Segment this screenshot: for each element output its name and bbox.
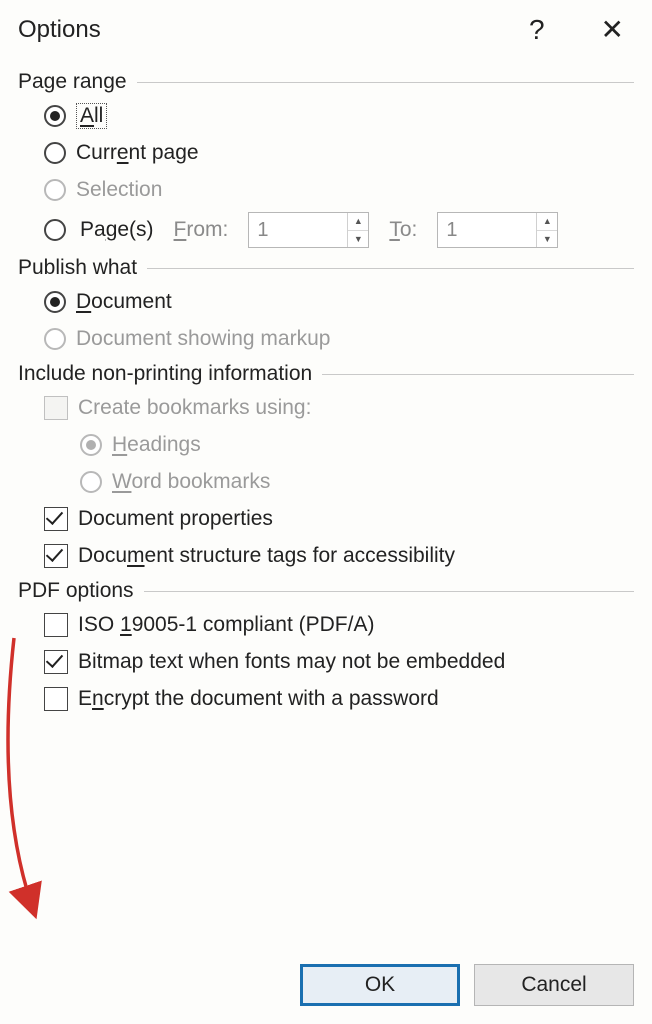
radio-current-page-label[interactable]: Current page <box>76 141 199 165</box>
radio-headings <box>80 434 102 456</box>
check-iso-label[interactable]: ISO 19005-1 compliant (PDF/A) <box>78 613 374 637</box>
radio-word-bookmarks <box>80 471 102 493</box>
rule <box>322 374 634 375</box>
group-publish: Document Document showing markup <box>18 287 634 354</box>
radio-document[interactable] <box>44 291 66 313</box>
from-spin-buttons[interactable]: ▲▼ <box>347 213 368 247</box>
to-spin-buttons[interactable]: ▲▼ <box>536 213 557 247</box>
options-dialog: Options ? ✕ Page range All Current page … <box>0 0 652 1024</box>
radio-current-page[interactable] <box>44 142 66 164</box>
group-nonprint-header: Include non-printing information <box>18 362 634 386</box>
chevron-up-icon[interactable]: ▲ <box>537 213 557 231</box>
chevron-up-icon[interactable]: ▲ <box>348 213 368 231</box>
check-create-bookmarks <box>44 396 68 420</box>
check-iso[interactable] <box>44 613 68 637</box>
to-spinner[interactable]: ▲▼ <box>437 212 558 248</box>
close-icon[interactable]: ✕ <box>601 16 624 44</box>
to-label: To: <box>389 218 417 242</box>
group-page-range-label: Page range <box>18 70 127 94</box>
radio-all[interactable] <box>44 105 66 127</box>
dialog-title: Options <box>18 16 101 44</box>
titlebar: Options ? ✕ <box>18 10 634 62</box>
group-pdf-header: PDF options <box>18 579 634 603</box>
radio-document-markup-label: Document showing markup <box>76 327 330 351</box>
check-encrypt[interactable] <box>44 687 68 711</box>
title-actions: ? ✕ <box>529 16 634 44</box>
rule <box>147 268 634 269</box>
rule <box>137 82 634 83</box>
radio-document-label[interactable]: Document <box>76 290 172 314</box>
help-icon[interactable]: ? <box>529 16 545 44</box>
group-publish-label: Publish what <box>18 256 137 280</box>
check-doc-properties-label[interactable]: Document properties <box>78 507 273 531</box>
group-pdf-label: PDF options <box>18 579 134 603</box>
from-input[interactable] <box>249 213 347 247</box>
radio-word-bookmarks-label: Word bookmarks <box>112 470 270 494</box>
group-publish-header: Publish what <box>18 256 634 280</box>
check-doc-properties[interactable] <box>44 507 68 531</box>
cancel-button[interactable]: Cancel <box>474 964 634 1006</box>
check-create-bookmarks-label: Create bookmarks using: <box>78 396 311 420</box>
ok-button[interactable]: OK <box>300 964 460 1006</box>
group-nonprint-label: Include non-printing information <box>18 362 312 386</box>
dialog-footer: OK Cancel <box>300 964 634 1006</box>
radio-pages-label[interactable]: Page(s) <box>80 218 154 242</box>
group-page-range-header: Page range <box>18 70 634 94</box>
group-pdf: ISO 19005-1 compliant (PDF/A) Bitmap tex… <box>18 610 634 714</box>
group-nonprint: Create bookmarks using: Headings Word bo… <box>18 393 634 571</box>
radio-selection <box>44 179 66 201</box>
check-structure-tags-label[interactable]: Document structure tags for accessibilit… <box>78 544 455 568</box>
check-bitmap-label[interactable]: Bitmap text when fonts may not be embedd… <box>78 650 505 674</box>
from-spinner[interactable]: ▲▼ <box>248 212 369 248</box>
chevron-down-icon[interactable]: ▼ <box>348 231 368 248</box>
check-structure-tags[interactable] <box>44 544 68 568</box>
chevron-down-icon[interactable]: ▼ <box>537 231 557 248</box>
rule <box>144 591 634 592</box>
group-page-range: All Current page Selection Page(s) From:… <box>18 101 634 248</box>
check-bitmap[interactable] <box>44 650 68 674</box>
check-encrypt-label[interactable]: Encrypt the document with a password <box>78 687 439 711</box>
radio-selection-label: Selection <box>76 178 162 202</box>
to-input[interactable] <box>438 213 536 247</box>
radio-pages[interactable] <box>44 219 66 241</box>
radio-headings-label: Headings <box>112 433 201 457</box>
radio-all-label[interactable]: All <box>76 103 107 129</box>
from-label: From: <box>174 218 229 242</box>
radio-document-markup <box>44 328 66 350</box>
